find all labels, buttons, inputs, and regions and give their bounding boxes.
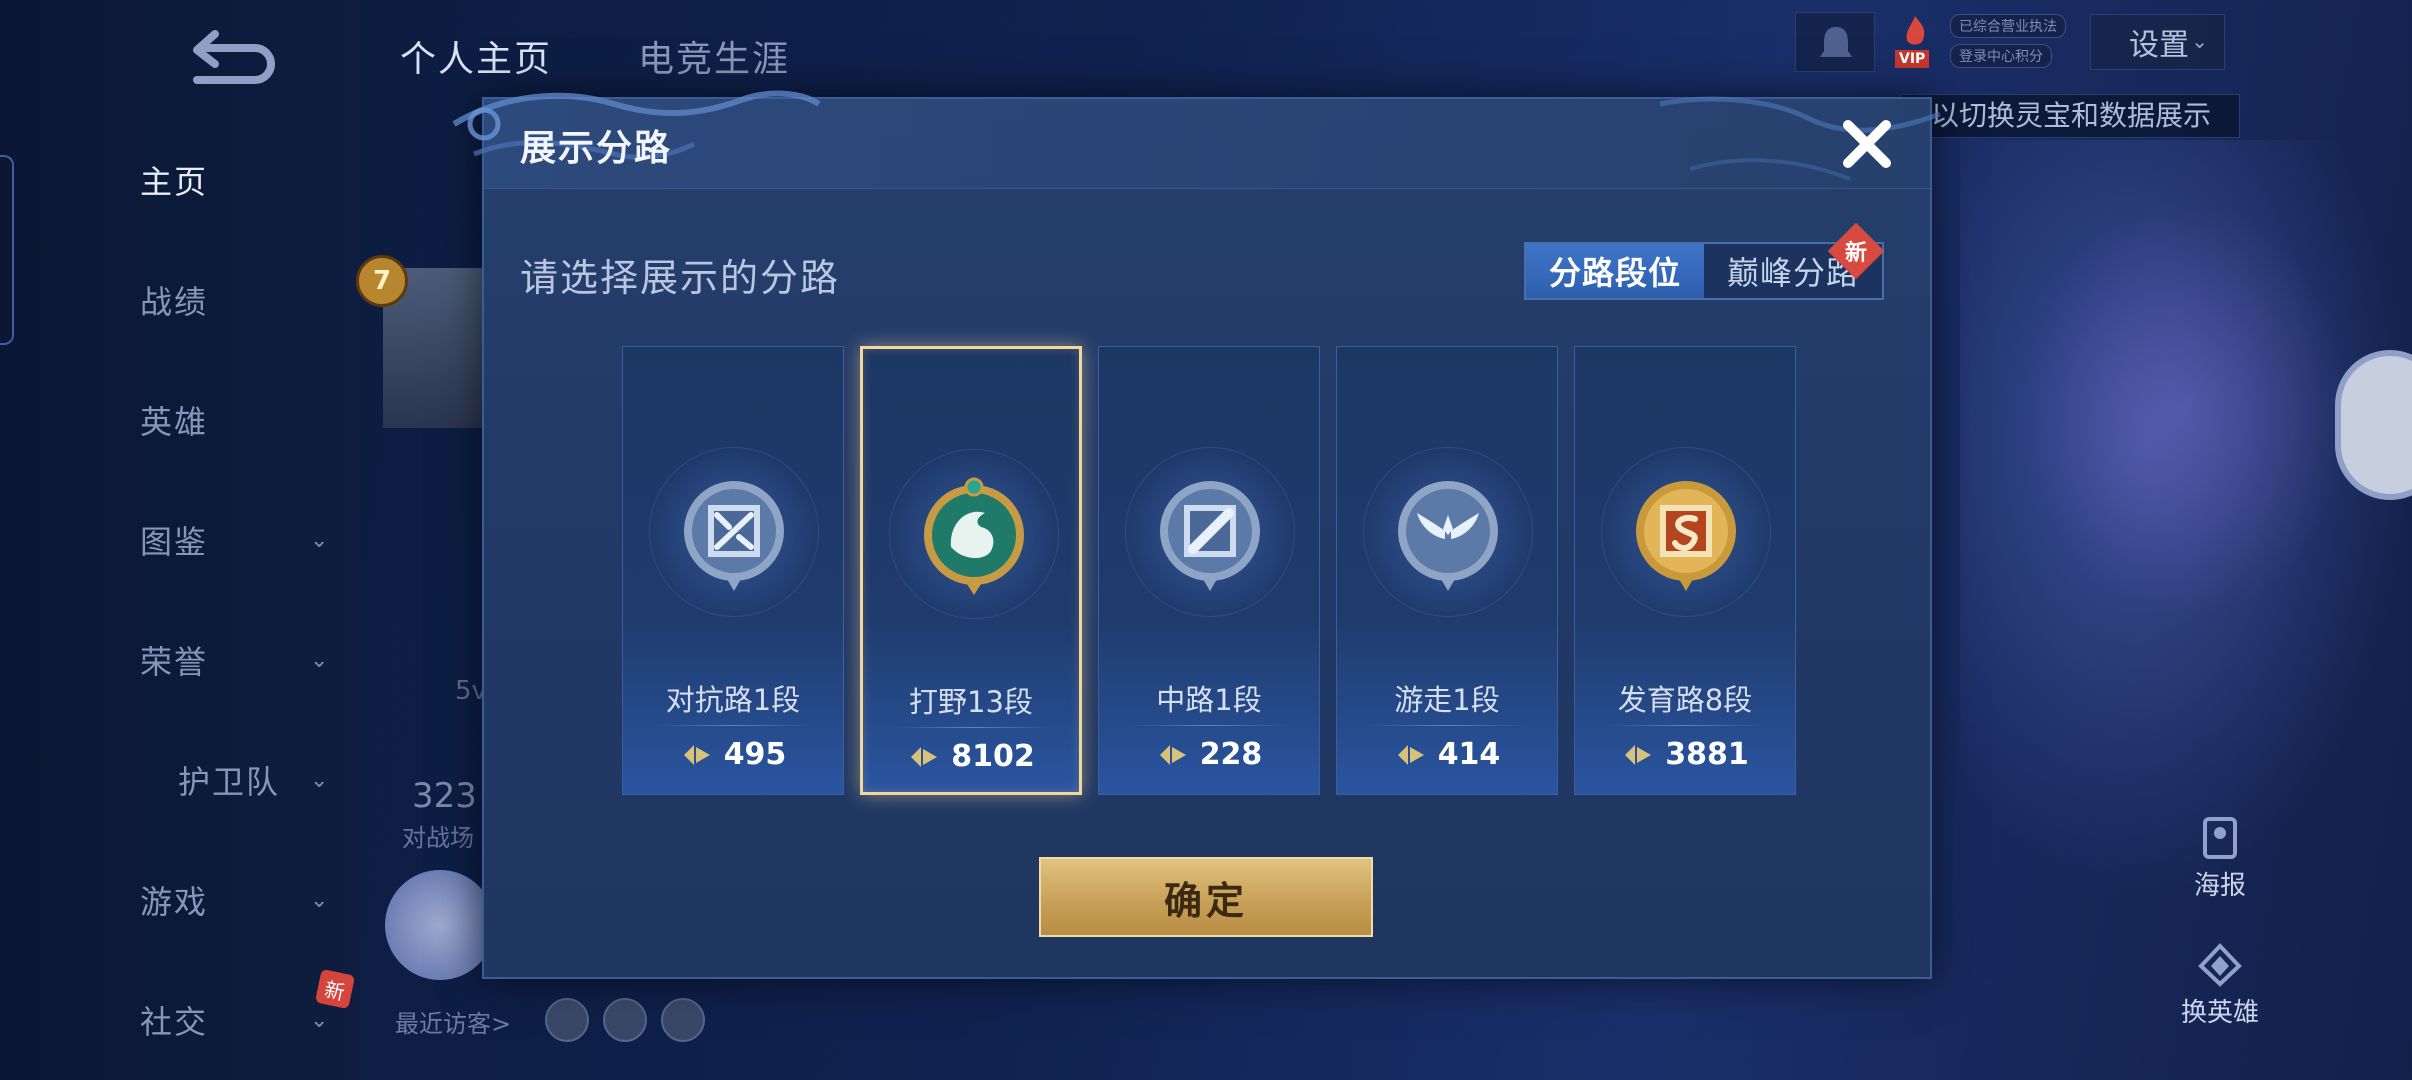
visitor-avatar[interactable] xyxy=(545,998,589,1042)
dialog-title: 展示分路 xyxy=(520,128,673,169)
sidebar-item-label: 主页 xyxy=(140,163,209,201)
sidebar-item-label: 游戏 xyxy=(140,883,209,921)
toggle-lane-rank[interactable]: 分路段位 xyxy=(1526,244,1704,298)
lane-card-roam[interactable]: 游走1段 414 xyxy=(1336,346,1558,795)
clash-lane-icon xyxy=(684,481,784,591)
lane-score: 495 xyxy=(623,737,843,772)
chevron-down-icon: ⌄ xyxy=(310,1008,331,1033)
jungle-dragon-icon xyxy=(924,477,1024,595)
roam-wings-icon xyxy=(1398,481,1498,591)
sidebar-item-label: 护卫队 xyxy=(178,763,281,801)
level-badge: 7 xyxy=(356,255,408,307)
chevron-down-icon: ⌄ xyxy=(310,888,331,913)
poster-label: 海报 xyxy=(2193,871,2246,901)
points-icon xyxy=(683,744,710,765)
points-icon xyxy=(1397,744,1424,765)
divider xyxy=(1129,725,1289,726)
cloud-swirl-ornament xyxy=(1659,96,1941,181)
lane-name: 对抗路1段 xyxy=(665,683,801,717)
sidebar-item-guard-team[interactable]: 护卫队 ⌄ xyxy=(178,750,378,810)
confirm-button[interactable]: 确定 xyxy=(1039,857,1373,937)
sidebar-item-records[interactable]: 战绩 xyxy=(140,270,340,330)
back-arrow-icon[interactable] xyxy=(185,28,285,84)
lane-card-clash[interactable]: 对抗路1段 495 xyxy=(622,346,844,795)
sidebar-item-codex[interactable]: 图鉴 ⌄ xyxy=(140,510,340,570)
sidebar-item-label: 英雄 xyxy=(140,403,209,441)
divider xyxy=(653,725,813,726)
tab-profile[interactable]: 个人主页 xyxy=(400,30,552,82)
tab-esports-career[interactable]: 电竞生涯 xyxy=(638,30,790,82)
lane-score: 414 xyxy=(1337,737,1557,772)
sidebar-item-honor[interactable]: 荣誉 ⌄ xyxy=(140,630,340,690)
lane-name: 中路1段 xyxy=(1156,683,1262,717)
chevron-down-icon: ⌄ xyxy=(310,528,331,553)
lane-name: 打野13段 xyxy=(909,685,1033,719)
divider xyxy=(1605,725,1765,726)
divider xyxy=(1367,725,1527,726)
lane-display-dialog: 展示分路 请选择展示的分路 分路段位 巅峰分路 新 对抗路1段 495 打野13… xyxy=(452,90,1941,979)
lane-score: 3881 xyxy=(1575,737,1795,772)
new-badge: 新 xyxy=(314,968,356,1010)
sidebar-item-label: 荣誉 xyxy=(140,643,209,681)
lane-name: 游走1段 xyxy=(1394,683,1500,717)
mascot-image xyxy=(385,870,495,980)
mid-lane-icon xyxy=(1160,481,1260,591)
swap-hero-label: 换英雄 xyxy=(2180,998,2259,1028)
match-count: 323 xyxy=(412,776,477,816)
match-count-label: 对战场 xyxy=(402,824,474,852)
new-badge-label: 新 xyxy=(1844,240,1868,266)
chevron-down-icon: ⌄ xyxy=(310,768,331,793)
lane-card-mid[interactable]: 中路1段 228 xyxy=(1098,346,1320,795)
lane-card-jungle[interactable]: 打野13段 8102 xyxy=(860,346,1082,795)
recent-visitors-link[interactable]: 最近访客> xyxy=(395,1004,511,1039)
sidebar-item-heroes[interactable]: 英雄 xyxy=(140,390,340,450)
lane-card-farm[interactable]: 发育路8段 3881 xyxy=(1574,346,1796,795)
lane-name: 发育路8段 xyxy=(1617,683,1753,717)
vip-tag: 已综合营业执法 xyxy=(1950,14,2066,38)
sidebar-item-label: 社交 xyxy=(140,1003,209,1041)
visitor-avatar[interactable] xyxy=(661,998,705,1042)
poster-button[interactable]: 海报 xyxy=(2155,815,2285,902)
vip-tag: 登录中心积分 xyxy=(1950,44,2052,68)
points-icon xyxy=(911,746,938,767)
lane-score-value: 228 xyxy=(1199,737,1263,772)
close-icon[interactable] xyxy=(1836,113,1898,175)
lane-score: 228 xyxy=(1099,737,1319,772)
chevron-down-icon: ⌄ xyxy=(310,648,331,673)
lane-score-value: 8102 xyxy=(951,739,1035,774)
dialog-subtitle: 请选择展示的分路 xyxy=(520,256,841,300)
visitor-avatar[interactable] xyxy=(603,998,647,1042)
points-icon xyxy=(1625,744,1652,765)
notification-button[interactable] xyxy=(1795,12,1875,72)
lane-score-value: 495 xyxy=(723,737,787,772)
farm-lane-icon xyxy=(1636,481,1736,591)
chevron-down-icon: ⌄ xyxy=(2191,29,2208,53)
sidebar-item-games[interactable]: 游戏 ⌄ xyxy=(140,870,340,930)
bell-icon xyxy=(1820,27,1852,57)
settings-dropdown[interactable]: 设置 ⌄ xyxy=(2090,14,2225,70)
side-round-button[interactable] xyxy=(2335,350,2412,500)
sidebar-item-label: 图鉴 xyxy=(140,523,209,561)
lane-score-value: 3881 xyxy=(1665,737,1749,772)
settings-label: 设置 xyxy=(2129,28,2189,63)
hint-banner: 以切换灵宝和数据展示 xyxy=(1900,94,2240,138)
sidebar-item-home[interactable]: 主页 xyxy=(140,150,340,210)
lane-score: 8102 xyxy=(863,739,1079,774)
sidebar-item-social[interactable]: 社交 ⌄ xyxy=(140,990,340,1050)
hero-artwork-glow xyxy=(2020,200,2350,620)
lane-score-value: 414 xyxy=(1437,737,1501,772)
sidebar-item-label: 战绩 xyxy=(140,283,209,321)
swap-hero-icon xyxy=(2198,943,2242,987)
points-icon xyxy=(1159,744,1186,765)
swap-hero-button[interactable]: 换英雄 xyxy=(2155,942,2285,1029)
vip-label: VIP xyxy=(1895,50,1930,68)
poster-icon xyxy=(2203,817,2237,859)
divider xyxy=(893,727,1053,728)
side-indicator xyxy=(0,155,14,345)
